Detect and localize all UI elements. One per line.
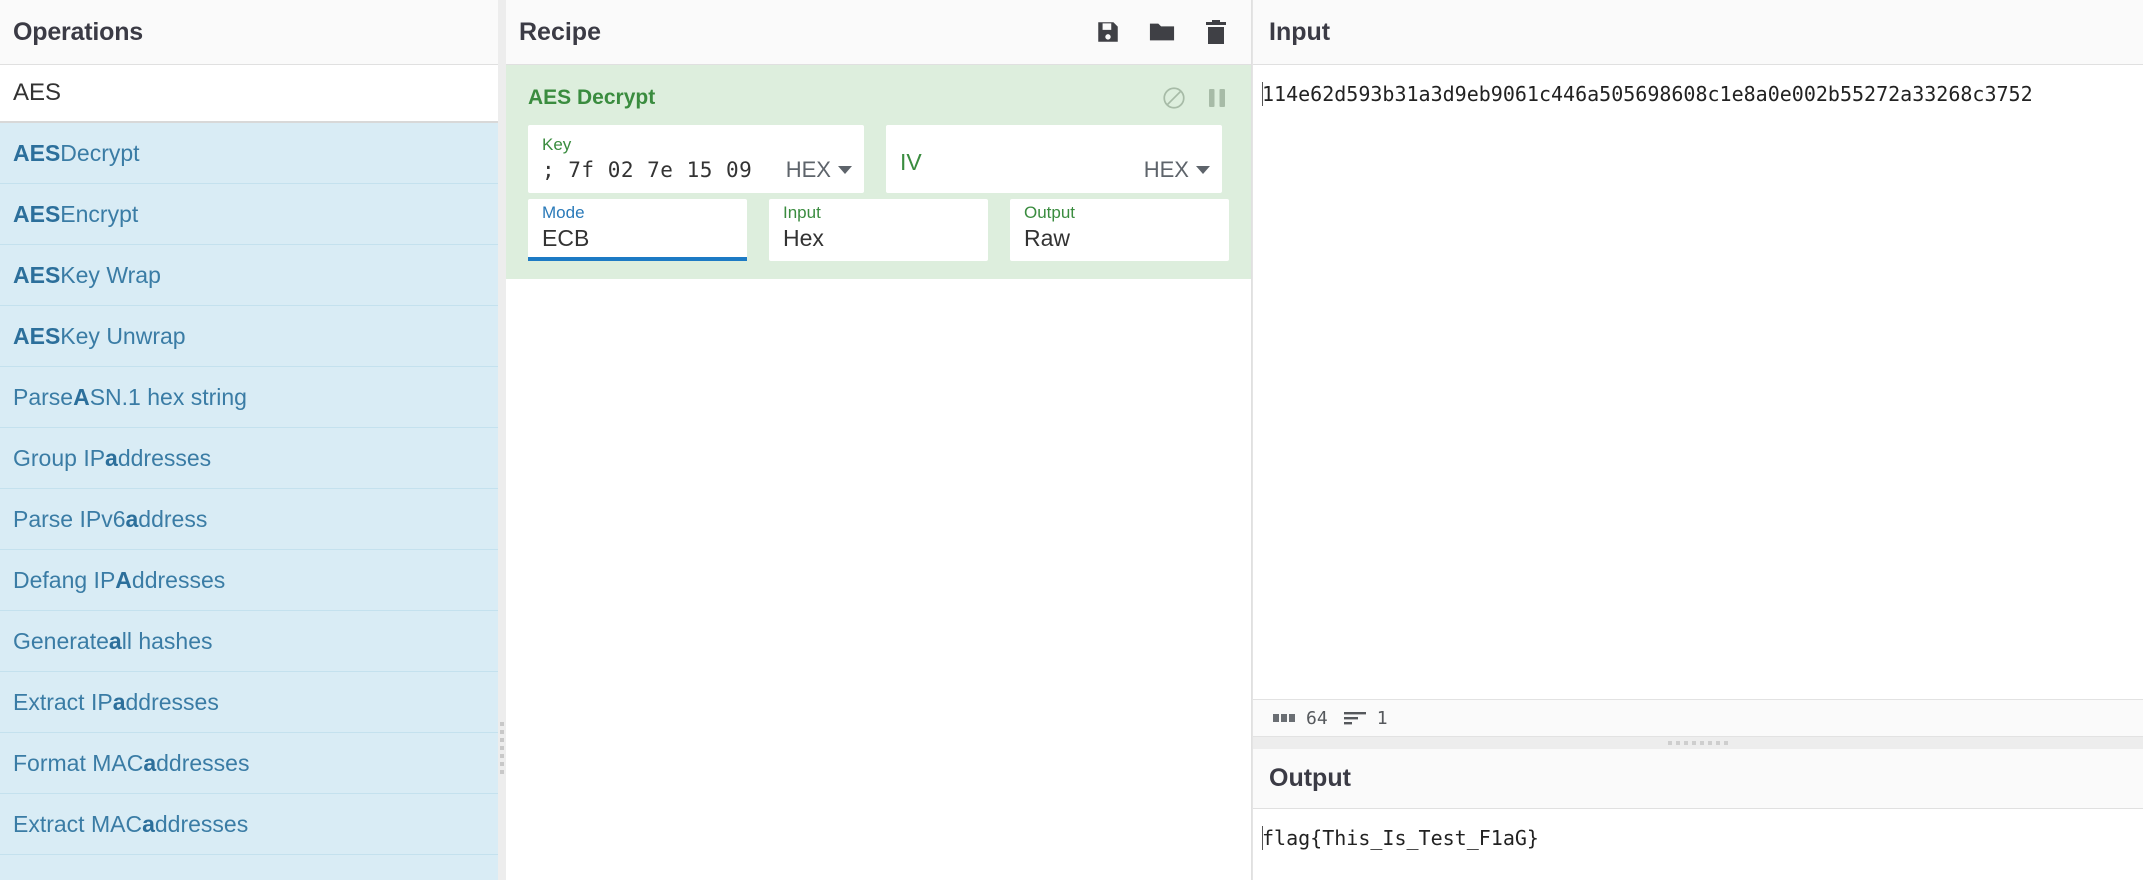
operations-search[interactable]	[0, 65, 498, 123]
splitter-grip	[500, 722, 504, 774]
abc-icon	[1273, 714, 1295, 722]
key-format-dropdown[interactable]: HEX	[786, 157, 852, 185]
operations-list[interactable]: AES Decrypt AES Encrypt AES Key Wrap AES Ke…	[0, 123, 498, 880]
mode-value[interactable]: ECB	[542, 223, 735, 253]
input-title: Input	[1253, 0, 2143, 65]
key-field[interactable]: Key ; 7f 02 7e 15 09 HEX	[528, 125, 864, 193]
input-editor[interactable]: 114e62d593b31a3d9eb9061c446a505698608c1e…	[1253, 65, 2143, 109]
search-input[interactable]	[0, 79, 498, 107]
operation-controls	[1161, 85, 1227, 111]
key-value[interactable]: ; 7f 02 7e 15 09	[542, 155, 786, 185]
output-title: Output	[1253, 749, 2143, 809]
iv-field[interactable]: IV HEX	[886, 125, 1222, 193]
recipe-operation-aes-decrypt[interactable]: AES Decrypt Key ; 7f 02 7e 15 09 HEX IV …	[506, 65, 1251, 279]
operations-pane: Operations AES DecryptAES EncryptAES Key…	[0, 0, 498, 880]
input-output-splitter[interactable]	[1253, 737, 2143, 749]
input-text: 114e62d593b31a3d9eb9061c446a505698608c1e…	[1262, 82, 2033, 106]
folder-icon[interactable]	[1149, 19, 1175, 45]
input-area[interactable]: 114e62d593b31a3d9eb9061c446a505698608c1e…	[1253, 65, 2143, 699]
input-format-label: Input	[783, 203, 821, 222]
chevron-down-icon	[838, 166, 852, 174]
operation-list-item[interactable]: Group IP a ddresses	[0, 428, 498, 489]
chevron-down-icon	[1196, 166, 1210, 174]
io-pane: Input 114e62d593b31a3d9eb9061c446a505698…	[1252, 0, 2143, 880]
operation-list-item[interactable]: Format MAC a ddresses	[0, 733, 498, 794]
operation-list-item[interactable]: Extract IP a ddresses	[0, 672, 498, 733]
operation-name: AES Decrypt	[528, 86, 656, 109]
output-editor: flag{This_Is_Test_F1aG}	[1253, 809, 2143, 853]
input-format-field[interactable]: Input Hex	[769, 199, 988, 261]
output-format-value[interactable]: Raw	[1024, 223, 1217, 253]
char-count-stat: 64	[1273, 708, 1328, 729]
operations-title: Operations	[0, 0, 498, 65]
key-format-label: HEX	[785, 157, 831, 182]
cyberchef-app: Operations AES DecryptAES EncryptAES Key…	[0, 0, 2143, 880]
char-count-value: 64	[1306, 707, 1328, 729]
input-status-bar: 64 1	[1253, 699, 2143, 737]
operation-args-row-2: Mode ECB Input Hex Output Raw	[506, 199, 1251, 261]
operation-list-item[interactable]: Generate a ll hashes	[0, 611, 498, 672]
operation-args-row-1: Key ; 7f 02 7e 15 09 HEX IV HEX	[506, 125, 1251, 193]
mode-field[interactable]: Mode ECB	[528, 199, 747, 261]
pause-icon[interactable]	[1207, 86, 1227, 110]
disable-icon[interactable]	[1161, 85, 1187, 111]
recipe-pane: Recipe AES Decrypt Key ; 7f 02 7e 15 09 …	[506, 0, 1252, 880]
operations-recipe-splitter[interactable]	[498, 0, 506, 880]
lines-icon	[1343, 712, 1366, 725]
recipe-title-bar: Recipe	[506, 0, 1251, 65]
line-count-stat: 1	[1343, 707, 1388, 729]
operation-list-item[interactable]: AES Key Unwrap	[0, 306, 498, 367]
key-label: Key	[542, 135, 572, 154]
iv-format-dropdown[interactable]: HEX	[1144, 157, 1210, 185]
trash-icon[interactable]	[1203, 19, 1229, 45]
iv-format-label: HEX	[1143, 157, 1189, 182]
recipe-toolbar	[1095, 19, 1229, 45]
recipe-operations-list[interactable]: AES Decrypt Key ; 7f 02 7e 15 09 HEX IV …	[506, 65, 1251, 880]
operation-list-item[interactable]: AES Key Wrap	[0, 245, 498, 306]
output-format-label: Output	[1024, 203, 1076, 222]
operation-list-item[interactable]: Defang IP Addresses	[0, 550, 498, 611]
output-format-field[interactable]: Output Raw	[1010, 199, 1229, 261]
recipe-title: Recipe	[519, 17, 601, 46]
save-icon[interactable]	[1095, 19, 1121, 45]
operation-list-item[interactable]: Parse A SN.1 hex string	[0, 367, 498, 428]
mode-focus-underline	[528, 257, 747, 261]
input-format-value[interactable]: Hex	[783, 223, 976, 253]
output-area[interactable]: flag{This_Is_Test_F1aG}	[1253, 809, 2143, 880]
operation-list-item[interactable]: Parse IPv6 a ddress	[0, 489, 498, 550]
operation-list-item[interactable]: Extract MAC a ddresses	[0, 794, 498, 855]
mode-label: Mode	[542, 203, 585, 222]
output-text: flag{This_Is_Test_F1aG}	[1262, 826, 1539, 850]
iv-label: IV	[900, 149, 922, 175]
operation-list-item[interactable]: AES Encrypt	[0, 184, 498, 245]
operation-list-item[interactable]: AES Decrypt	[0, 123, 498, 184]
line-count-value: 1	[1376, 707, 1388, 729]
operation-header: AES Decrypt	[506, 65, 1251, 119]
